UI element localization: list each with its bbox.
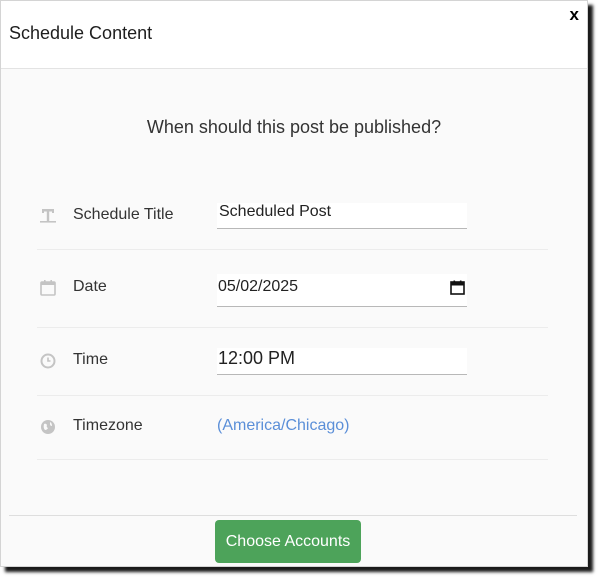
time-input[interactable]: 12:00 PM bbox=[217, 348, 467, 375]
timezone-label: Timezone bbox=[73, 417, 143, 434]
clock-icon bbox=[39, 352, 57, 370]
dialog-header: Schedule Content x bbox=[1, 1, 587, 69]
calendar-icon bbox=[39, 279, 57, 297]
choose-accounts-button[interactable]: Choose Accounts bbox=[215, 520, 361, 563]
date-input[interactable]: 05/02/2025 bbox=[217, 274, 467, 307]
close-button[interactable]: x bbox=[570, 5, 579, 25]
schedule-content-dialog: Schedule Content x When should this post… bbox=[0, 0, 588, 567]
date-row: Date 05/02/2025 bbox=[37, 250, 548, 328]
timezone-row: Timezone (America/Chicago) bbox=[37, 396, 548, 460]
timezone-link[interactable]: (America/Chicago) bbox=[217, 417, 349, 435]
time-label: Time bbox=[73, 351, 108, 368]
schedule-title-input[interactable]: Scheduled Post bbox=[217, 203, 467, 229]
text-format-icon bbox=[39, 207, 57, 225]
time-row: Time 12:00 PM bbox=[37, 328, 548, 396]
schedule-title-label: Schedule Title bbox=[73, 206, 174, 223]
schedule-title-row: Schedule Title Scheduled Post bbox=[37, 187, 548, 250]
globe-icon bbox=[39, 418, 57, 436]
publish-question: When should this post be published? bbox=[146, 117, 442, 137]
dialog-title: Schedule Content bbox=[9, 23, 153, 43]
calendar-picker-icon[interactable] bbox=[450, 280, 465, 300]
date-label: Date bbox=[73, 278, 107, 295]
date-value: 05/02/2025 bbox=[218, 278, 299, 295]
footer-divider bbox=[9, 515, 577, 516]
